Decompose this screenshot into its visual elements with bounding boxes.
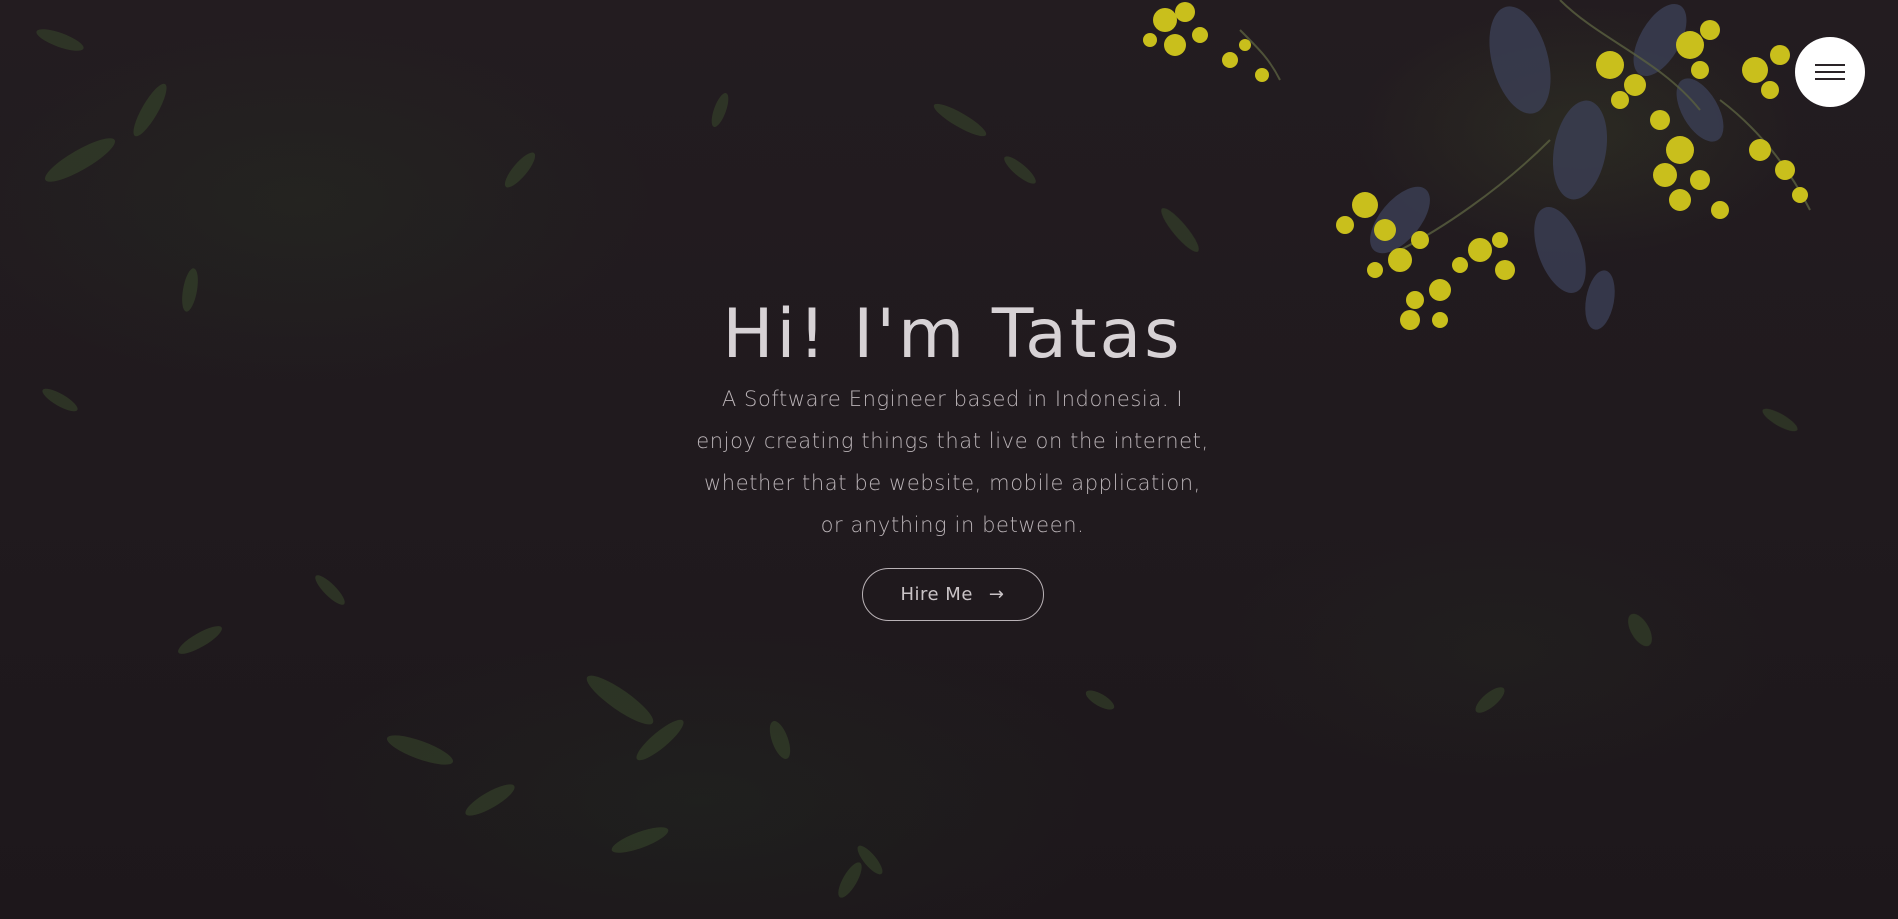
hero-subtitle: A Software Engineer based in Indonesia. …	[696, 387, 1209, 537]
hero-content: Hi! I'm Tatas A Software Engineer based …	[0, 290, 1898, 621]
hero-section: Hi! I'm Tatas A Software Engineer based …	[0, 0, 1898, 919]
hamburger-menu-icon	[1815, 64, 1845, 80]
menu-button[interactable]	[1795, 37, 1865, 107]
arrow-right-icon: →	[988, 584, 1005, 605]
hire-me-button[interactable]: Hire Me →	[861, 568, 1044, 621]
hero-title: Hi! I'm Tatas	[722, 295, 1183, 374]
hire-me-label: Hire Me	[900, 584, 973, 605]
